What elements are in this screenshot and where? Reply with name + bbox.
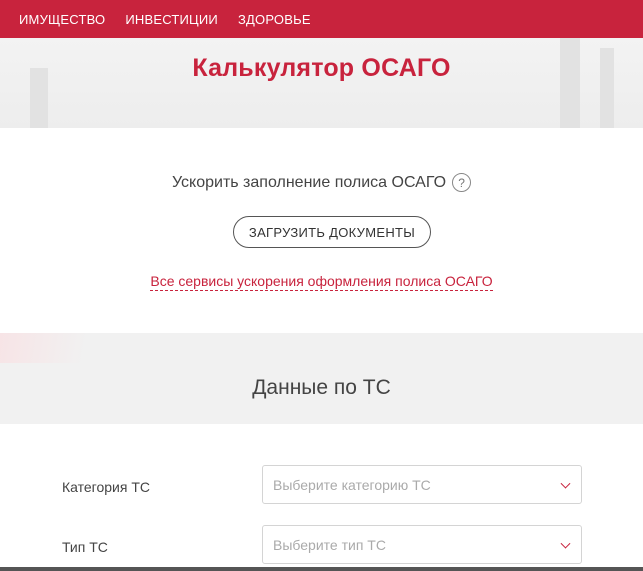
vehicle-category-label: Категория ТС — [62, 479, 150, 495]
vehicle-type-select[interactable]: Выберите тип ТС — [262, 525, 582, 564]
services-link-row: Все сервисы ускорения оформления полиса … — [0, 273, 643, 291]
vehicle-category-placeholder: Выберите категорию ТС — [273, 476, 431, 493]
question-circle-icon[interactable]: ? — [452, 173, 472, 192]
bottom-divider — [0, 567, 643, 571]
vehicle-type-placeholder: Выберите тип ТС — [273, 536, 386, 553]
vehicle-data-header: Данные по ТС — [0, 333, 643, 424]
hero-banner: Калькулятор ОСАГО — [0, 38, 643, 128]
upload-documents-button[interactable]: ЗАГРУЗИТЬ ДОКУМЕНТЫ — [233, 216, 431, 248]
nav-item-health[interactable]: ЗДОРОВЬЕ — [238, 12, 311, 27]
chevron-down-icon — [560, 538, 571, 549]
chevron-down-icon — [560, 478, 571, 489]
hero-background-building — [560, 38, 580, 128]
section-title: Данные по ТС — [252, 376, 391, 399]
nav-item-investments[interactable]: ИНВЕСТИЦИИ — [125, 12, 218, 27]
speed-up-row: Ускорить заполнение полиса ОСАГО ? — [0, 173, 643, 192]
nav-item-property[interactable]: ИМУЩЕСТВО — [19, 12, 105, 27]
vehicle-form: Категория ТС Выберите категорию ТС Тип Т… — [0, 424, 643, 571]
top-navigation: ИМУЩЕСТВО ИНВЕСТИЦИИ ЗДОРОВЬЕ — [0, 0, 643, 38]
all-services-link[interactable]: Все сервисы ускорения оформления полиса … — [150, 273, 493, 291]
speed-up-text: Ускорить заполнение полиса ОСАГО — [171, 173, 447, 191]
page-title: Калькулятор ОСАГО — [192, 54, 451, 82]
vehicle-type-label: Тип ТС — [62, 539, 108, 555]
header-decoration — [0, 333, 120, 363]
vehicle-category-select[interactable]: Выберите категорию ТС — [262, 465, 582, 504]
speed-up-section: Ускорить заполнение полиса ОСАГО ? ЗАГРУ… — [0, 128, 643, 333]
